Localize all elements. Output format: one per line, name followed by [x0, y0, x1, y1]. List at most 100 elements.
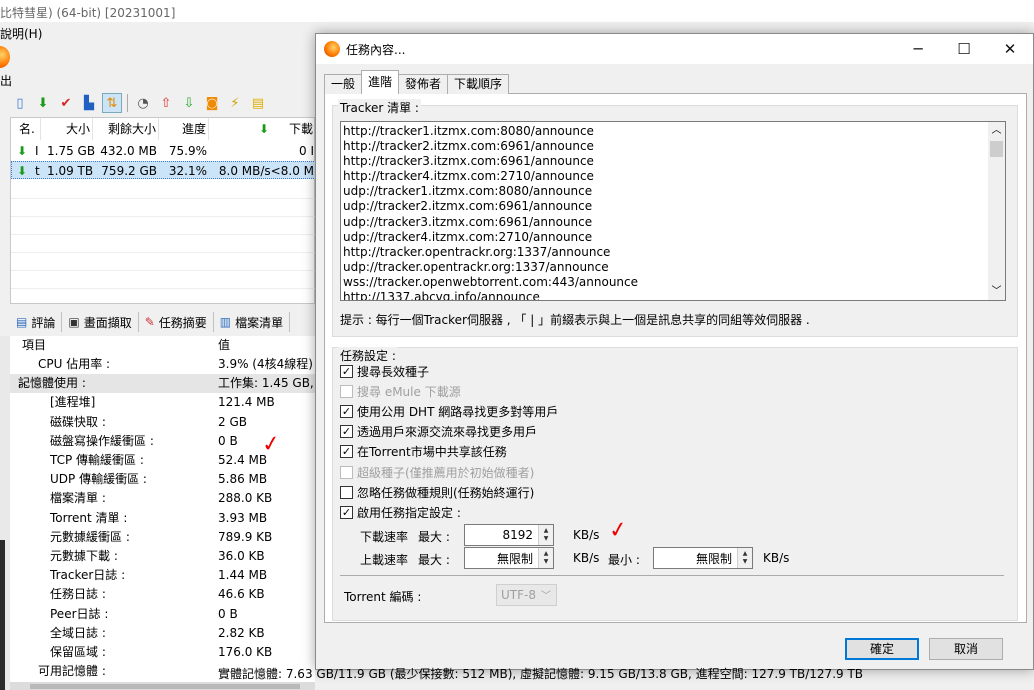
- upload-max-spinner[interactable]: ▲▼: [464, 547, 554, 569]
- tab-file-list[interactable]: ▥ 檔案清單: [214, 312, 291, 332]
- option-row[interactable]: 搜尋 eMule 下載源: [340, 382, 461, 400]
- props-key: 全域日誌 :: [50, 625, 106, 640]
- props-row[interactable]: UDP 傳輸緩衝區 : 5.86 MB: [10, 470, 315, 489]
- download-max-arrows-icon[interactable]: ▲ ▼: [538, 525, 553, 545]
- priority-icon[interactable]: ⇅: [102, 93, 122, 113]
- option-row[interactable]: ✓ 啟用任務指定設定 :: [340, 503, 461, 521]
- option-label: 超級種子(僅推薦用於初始做種者): [357, 465, 535, 480]
- option-row[interactable]: ✓ 透過用戶來源交流來尋找更多用戶: [340, 423, 537, 441]
- note-icon[interactable]: ▤: [248, 93, 268, 113]
- props-row[interactable]: 磁碟快取 : 2 GB: [10, 413, 315, 432]
- download-max-spinner[interactable]: ▲▼: [464, 524, 554, 546]
- encoding-select[interactable]: UTF-8 ﹀: [496, 584, 557, 606]
- col-progress[interactable]: 進度: [159, 118, 209, 140]
- props-row[interactable]: Torrent 清單 : 3.93 MB: [10, 509, 315, 528]
- props-value: 工作集: 1.45 GB, 私: [218, 376, 330, 391]
- checkbox-checked-icon[interactable]: ✓: [340, 364, 353, 378]
- summary-icon: ✎: [144, 315, 155, 329]
- props-row[interactable]: CPU 佔用率 : 3.9% (4核4線程): [10, 355, 315, 374]
- tab-advanced[interactable]: 進階: [361, 70, 400, 94]
- task-properties-dialog: 任務內容... ─ ☐ ✕ 一般 進階 發佈者 下載順序 Tracker 清單 …: [315, 33, 1034, 670]
- col-size[interactable]: 大小: [41, 118, 93, 140]
- timer-icon[interactable]: ◔: [133, 93, 153, 113]
- grid-line: [11, 270, 316, 271]
- col-remaining[interactable]: 剩餘大小: [93, 118, 159, 140]
- tab-task-summary[interactable]: ✎ 任務摘要: [139, 312, 214, 332]
- tracker-line: wss://tracker.openwebtorrent.com:443/ann…: [343, 274, 639, 289]
- checkbox-checked-icon[interactable]: ✓: [340, 505, 353, 519]
- option-row[interactable]: 超級種子(僅推薦用於初始做種者): [340, 463, 534, 481]
- tab-comments[interactable]: ▤ 評論: [10, 312, 63, 332]
- props-row[interactable]: ︿ 記憶體使用 : 工作集: 1.45 GB, 私: [10, 374, 330, 394]
- props-row[interactable]: 元數據下載 : 36.0 KB: [10, 547, 315, 566]
- exit-button[interactable]: 出: [0, 72, 12, 89]
- main-toolbar: ▯ ⬇ ✔ ▙ ⇅ ◔ ⇧ ⇩ ◙ ⚡ ▤: [10, 92, 310, 114]
- tracker-textarea[interactable]: http://tracker1.itzmx.com:8080/announce h…: [340, 121, 1006, 301]
- scroll-up-icon[interactable]: ︿: [988, 122, 1005, 139]
- checkbox-checked-icon[interactable]: ✓: [340, 404, 353, 418]
- props-key: Tracker日誌 :: [50, 568, 126, 583]
- new-task-icon[interactable]: ▯: [10, 93, 30, 113]
- props-row[interactable]: [進程堆] 121.4 MB: [10, 393, 315, 412]
- col-name[interactable]: 名.: [11, 118, 41, 140]
- menu-help[interactable]: 說明(H): [0, 22, 42, 42]
- tab-general[interactable]: 一般: [324, 74, 363, 94]
- rss-icon[interactable]: ◙: [202, 93, 222, 113]
- checkbox-checked-icon[interactable]: ✓: [340, 445, 353, 459]
- props-row[interactable]: 檔案清單 : 288.0 KB: [10, 489, 315, 508]
- table-row-selected[interactable]: ⬇ t 1.09 TB 759.2 GB 32.1% 8.0 MB/s<8.0 …: [11, 161, 316, 179]
- option-row[interactable]: ✓ 使用公用 DHT 網路尋找更多對等用戶: [340, 402, 558, 420]
- minimize-button[interactable]: ─: [895, 34, 941, 64]
- tab-screenshots[interactable]: ▣ 畫面擷取: [62, 312, 139, 332]
- option-row[interactable]: ✓ 搜尋長效種子: [340, 362, 429, 380]
- move-up-icon[interactable]: ⇧: [156, 93, 176, 113]
- tracker-line: http://tracker4.itzmx.com:2710/announce: [343, 169, 594, 184]
- props-row[interactable]: 元數據緩衝區 : 789.9 KB: [10, 528, 315, 547]
- dialog-titlebar[interactable]: 任務內容... ─ ☐ ✕: [316, 34, 1033, 64]
- checkbox-icon[interactable]: [340, 485, 353, 499]
- upload-max-arrows-icon[interactable]: ▲ ▼: [538, 548, 553, 568]
- upload-min-label: 最小 :: [608, 553, 640, 567]
- table-row[interactable]: ⬇ I 1.75 GB 432.0 MB 75.9% 0 I: [11, 142, 316, 160]
- grid-line: [11, 252, 316, 253]
- props-row[interactable]: 全域日誌 : 2.82 KB: [10, 624, 315, 643]
- option-label: 使用公用 DHT 網路尋找更多對等用戶: [357, 404, 559, 419]
- tracker-line: http://1337.abcvg.info/announce: [343, 290, 540, 301]
- props-row[interactable]: Peer日誌 : 0 B: [10, 605, 315, 624]
- props-row[interactable]: 保留區域 : 176.0 KB: [10, 643, 315, 662]
- start-icon[interactable]: ⬇: [33, 93, 53, 113]
- download-max-input[interactable]: [465, 525, 537, 545]
- tracker-line: udp://tracker2.itzmx.com:6961/announce: [343, 199, 593, 214]
- option-row[interactable]: ✓ 在Torrent市場中共享該任務: [340, 443, 507, 461]
- task-list[interactable]: 名. 大小 剩餘大小 進度 ⬇ 下載 ⬇ I 1.75 GB 432.0 MB 7…: [10, 117, 316, 304]
- tab-download-order[interactable]: 下載順序: [447, 74, 510, 94]
- download-rate-label: 下載速率: [360, 530, 409, 544]
- props-key: Torrent 清單 :: [50, 510, 128, 525]
- tracker-scrollbar[interactable]: ︿ ﹀: [988, 122, 1005, 300]
- cancel-button[interactable]: 取消: [929, 638, 1003, 660]
- maximize-button[interactable]: ☐: [941, 34, 987, 64]
- downloading-icon: ⬇: [17, 144, 28, 158]
- props-row[interactable]: Tracker日誌 : 1.44 MB: [10, 566, 315, 585]
- scroll-thumb[interactable]: [990, 141, 1003, 157]
- props-key: 檔案清單 :: [50, 491, 106, 506]
- folder-icon[interactable]: ▙: [79, 93, 99, 113]
- scrollbar-thumb[interactable]: [30, 684, 300, 689]
- props-value: 3.93 MB: [218, 510, 268, 525]
- close-button[interactable]: ✕: [987, 34, 1033, 64]
- props-row[interactable]: 任務日誌 : 46.6 KB: [10, 585, 315, 604]
- upload-min-input[interactable]: [654, 548, 736, 568]
- move-down-icon[interactable]: ⇩: [179, 93, 199, 113]
- col-download[interactable]: ⬇ 下載: [209, 118, 316, 140]
- checkbox-checked-icon[interactable]: ✓: [340, 425, 353, 439]
- upload-min-arrows-icon[interactable]: ▲ ▼: [737, 548, 752, 568]
- check-icon[interactable]: ✔: [56, 93, 76, 113]
- tab-publisher[interactable]: 發佈者: [398, 74, 449, 94]
- props-key: 元數據緩衝區 :: [50, 529, 130, 544]
- upload-min-spinner[interactable]: ▲▼: [653, 547, 753, 569]
- ok-button[interactable]: 確定: [845, 638, 919, 660]
- scroll-down-icon[interactable]: ﹀: [988, 283, 1005, 300]
- plugin-icon[interactable]: ⚡: [225, 93, 245, 113]
- option-row[interactable]: 忽略任務做種規則(任務始終運行): [340, 483, 534, 501]
- upload-max-input[interactable]: [465, 548, 537, 568]
